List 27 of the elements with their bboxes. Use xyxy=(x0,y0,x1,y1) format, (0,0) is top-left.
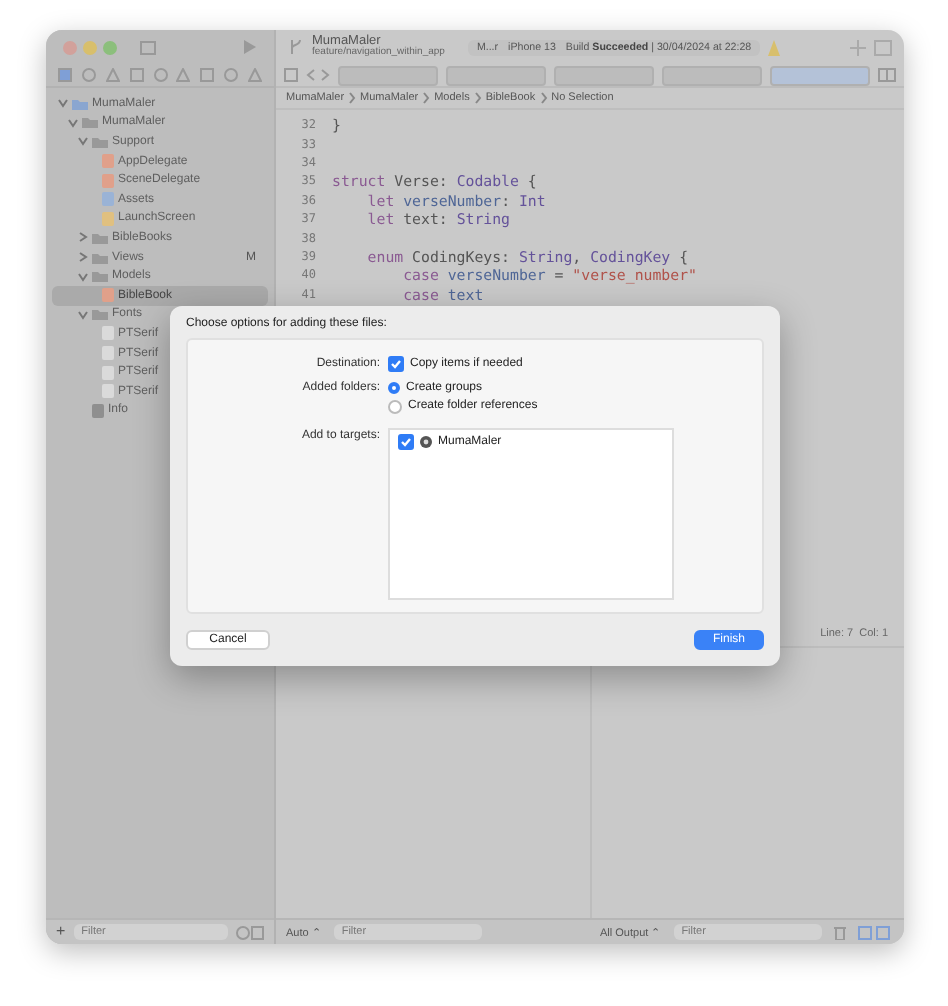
checkbox[interactable] xyxy=(388,356,404,372)
split-editor-icon[interactable] xyxy=(878,68,896,82)
filter-options-icon[interactable] xyxy=(236,925,264,939)
panel-toggle-icon[interactable] xyxy=(857,925,890,939)
back-forward-icon[interactable] xyxy=(306,68,330,82)
sidebar-toggle-icon[interactable] xyxy=(140,39,156,55)
disclosure-chevron-icon[interactable] xyxy=(78,309,88,320)
add-icon[interactable] xyxy=(850,39,866,55)
editor-tab[interactable] xyxy=(338,65,438,85)
editor-tab[interactable] xyxy=(554,65,654,85)
editor-tab[interactable] xyxy=(770,65,870,85)
branch-icon xyxy=(288,38,304,56)
chevron-icon xyxy=(348,92,357,104)
run-icon[interactable] xyxy=(242,38,258,56)
add-button[interactable]: + xyxy=(56,924,66,940)
chevron-icon xyxy=(539,92,548,104)
chevron-icon xyxy=(473,92,482,104)
panel-icon[interactable] xyxy=(874,39,892,55)
app-target-icon xyxy=(420,436,432,448)
trash-icon[interactable] xyxy=(833,925,846,939)
file-icon xyxy=(102,288,114,303)
checkbox[interactable] xyxy=(398,434,414,450)
editor-tab[interactable] xyxy=(662,65,762,85)
radio-button[interactable] xyxy=(388,399,402,413)
editor-tab[interactable] xyxy=(446,65,546,85)
chevron-icon xyxy=(422,92,431,104)
radio-button[interactable] xyxy=(388,382,400,394)
